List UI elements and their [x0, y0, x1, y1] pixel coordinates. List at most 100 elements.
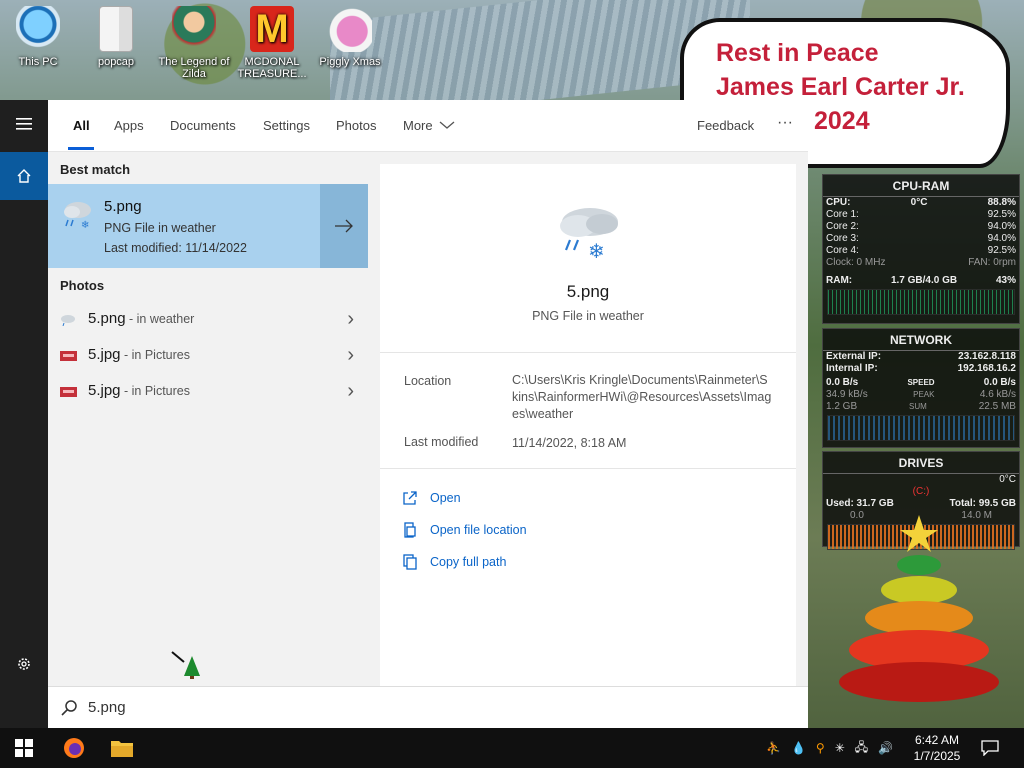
- net-speed-row: 0.0 B/s SPEED 0.0 B/s: [826, 377, 1016, 388]
- copy-full-path-label: Copy full path: [430, 555, 507, 569]
- active-tab-indicator: [68, 147, 94, 150]
- photo-result-row[interactable]: 5.jpg - in Pictures ›: [48, 338, 368, 374]
- drive-temp-row: 0°C: [999, 474, 1016, 485]
- firefox-taskbar-button[interactable]: [50, 728, 98, 768]
- system-tray: ⛹ 💧 ⚲ ✳ 🖧 🔊: [766, 728, 893, 768]
- photo-result-name: 5.png: [88, 310, 126, 327]
- svg-text:❄: ❄: [81, 220, 89, 230]
- clock-time: 6:42 AM: [914, 733, 960, 747]
- tab-all[interactable]: All: [73, 118, 90, 133]
- image-thumbnail-icon: [60, 387, 77, 397]
- open-file-location-action[interactable]: Open file location: [402, 520, 527, 540]
- chevron-right-icon[interactable]: ›: [347, 308, 354, 331]
- taskbar: ⛹ 💧 ⚲ ✳ 🖧 🔊 6:42 AM 1/7/2025: [0, 728, 1024, 768]
- volume-icon[interactable]: 🔊: [878, 741, 893, 755]
- cpu-ram-widget[interactable]: CPU-RAM CPU: 0°C 88.8% Core 1: 92.5% Core 2…: [822, 174, 1020, 324]
- brightness-icon[interactable]: ✳: [835, 741, 845, 755]
- hamburger-menu-icon[interactable]: [0, 100, 48, 148]
- search-tabs-bar: All Apps Documents Settings Photos More …: [48, 100, 808, 152]
- tab-settings[interactable]: Settings: [263, 118, 310, 133]
- drive-letter-row: (C:): [912, 486, 930, 497]
- core-row: Core 2: 94.0%: [826, 221, 1016, 232]
- network-icon[interactable]: 🖧: [855, 738, 868, 759]
- desktop-icon-this-pc[interactable]: This PC: [2, 6, 74, 68]
- desktop-icon-piggly-xmas[interactable]: Piggly Xmas: [314, 6, 386, 68]
- photo-result-location: - in Pictures: [120, 384, 190, 398]
- file-location-icon: [404, 522, 416, 538]
- result-preview-pane: ❄ 5.png PNG File in weather Location C:\…: [380, 164, 796, 686]
- best-match-item[interactable]: ❄ 5.png PNG File in weather Last modifie…: [48, 184, 368, 268]
- external-ip-row: External IP: 23.162.8.118: [826, 351, 1016, 362]
- feedback-button[interactable]: Feedback: [697, 118, 754, 133]
- file-explorer-taskbar-button[interactable]: [98, 728, 146, 768]
- photo-result-location: - in weather: [125, 312, 195, 326]
- rainmeter-tray-icon[interactable]: ⛹: [766, 741, 781, 755]
- best-match-modified: Last modified: 11/14/2022: [104, 241, 247, 255]
- clock-row: Clock: 0 MHz FAN: 0rpm: [826, 257, 1016, 268]
- photo-result-name: 5.jpg: [88, 382, 121, 399]
- ram-graph: [827, 289, 1015, 315]
- piggly-icon: [328, 6, 372, 52]
- chevron-right-icon[interactable]: ›: [347, 380, 354, 403]
- notification-icon: [981, 740, 999, 756]
- search-tray-icon[interactable]: ⚲: [816, 741, 825, 755]
- photo-result-row[interactable]: 5.png - in weather ›: [48, 302, 368, 338]
- core-row: Core 4: 92.5%: [826, 245, 1016, 256]
- water-drop-icon[interactable]: 💧: [791, 741, 806, 755]
- chevron-down-icon: [439, 121, 455, 129]
- photo-result-row[interactable]: 5.jpg - in Pictures ›: [48, 374, 368, 410]
- photo-result-location: - in Pictures: [120, 348, 190, 362]
- best-match-header: Best match: [60, 162, 131, 177]
- open-icon: [403, 491, 417, 505]
- more-options-button[interactable]: ···: [777, 114, 793, 132]
- chevron-right-icon[interactable]: ›: [347, 344, 354, 367]
- copy-icon: [403, 554, 417, 570]
- folder-icon: [111, 741, 133, 757]
- desktop-icon-legend-of-zilda[interactable]: The Legend of Zilda: [158, 6, 230, 80]
- tab-apps[interactable]: Apps: [114, 118, 144, 133]
- search-results-list: Best match ❄ 5.png PNG File in weather L…: [48, 152, 368, 686]
- home-icon[interactable]: [0, 152, 48, 200]
- best-match-type: PNG File in weather: [104, 221, 216, 235]
- start-button[interactable]: [0, 728, 48, 768]
- weather-preview-icon: ❄: [560, 208, 618, 262]
- search-box[interactable]: 5.png: [48, 686, 808, 728]
- drives-title: DRIVES: [823, 452, 1019, 474]
- desktop-icon-mcdonal-treasure[interactable]: M MCDONAL TREASURE...: [236, 6, 308, 80]
- rip-line-1: Rest in Peace: [716, 39, 879, 67]
- desktop-icon-popcap[interactable]: popcap: [80, 6, 152, 68]
- preview-title: 5.png: [566, 282, 610, 301]
- tab-more[interactable]: More: [403, 118, 455, 133]
- network-widget[interactable]: NETWORK External IP: 23.162.8.118 Interna…: [822, 328, 1020, 448]
- popcap-icon: [99, 6, 133, 52]
- action-center-button[interactable]: [968, 728, 1012, 768]
- expand-arrow-icon[interactable]: [320, 184, 368, 268]
- ram-row: RAM: 1.7 GB/4.0 GB 43%: [826, 275, 1016, 286]
- core-row: Core 3: 94.0%: [826, 233, 1016, 244]
- weather-thumbnail-icon: [61, 315, 75, 326]
- search-query-text[interactable]: 5.png: [88, 699, 126, 716]
- rip-line-2: James Earl Carter Jr.: [716, 73, 965, 101]
- tab-documents[interactable]: Documents: [170, 118, 236, 133]
- weather-file-icon: ❄: [64, 202, 91, 230]
- divider: [380, 352, 796, 353]
- settings-gear-icon[interactable]: [0, 640, 48, 688]
- core-row: Core 1: 92.5%: [826, 209, 1016, 220]
- taskbar-clock[interactable]: 6:42 AM 1/7/2025: [906, 732, 968, 764]
- network-graph: [827, 415, 1015, 441]
- last-modified-label: Last modified: [404, 435, 479, 449]
- copy-full-path-action[interactable]: Copy full path: [402, 552, 506, 572]
- this-pc-icon: [16, 6, 60, 52]
- tab-photos[interactable]: Photos: [336, 118, 376, 133]
- preview-subtitle: PNG File in weather: [532, 309, 644, 323]
- location-label: Location: [404, 374, 452, 388]
- christmas-tree-decoration: [839, 515, 999, 702]
- internal-ip-row: Internal IP: 192.168.16.2: [826, 363, 1016, 374]
- net-sum-row: 1.2 GB SUM 22.5 MB: [826, 401, 1016, 412]
- open-action[interactable]: Open: [402, 488, 461, 508]
- desktop-icon-label: popcap: [97, 56, 135, 68]
- open-file-location-label: Open file location: [430, 523, 527, 537]
- christmas-tree-cursor-icon: [171, 651, 200, 679]
- image-thumbnail-icon: [60, 351, 77, 361]
- network-title: NETWORK: [823, 329, 1019, 351]
